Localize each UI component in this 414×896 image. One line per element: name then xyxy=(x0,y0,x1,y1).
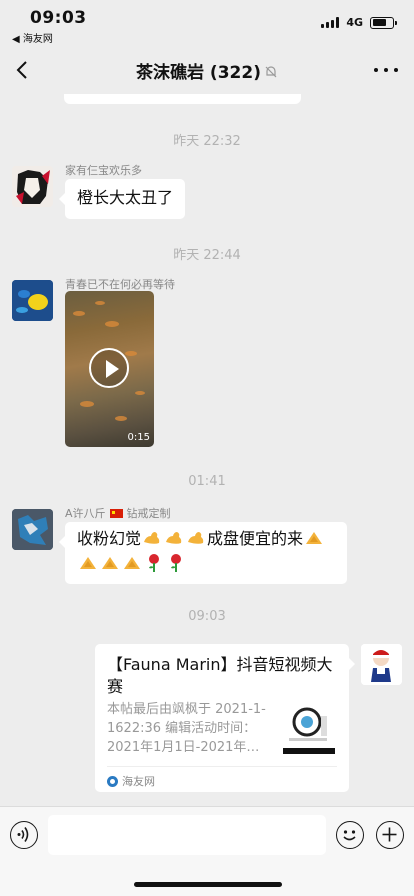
message-timestamp: 昨天 22:44 xyxy=(173,248,241,263)
back-to-app-link[interactable]: ◀ 海友网 xyxy=(12,30,53,45)
video-duration: 0:15 xyxy=(127,432,150,443)
emoji-icon[interactable] xyxy=(336,821,364,849)
mute-icon xyxy=(264,64,278,78)
rose-emoji-icon xyxy=(171,554,181,572)
self-avatar[interactable] xyxy=(361,644,402,685)
chat-title: 茶沫礁岩 (322) xyxy=(0,58,414,83)
signal-icon xyxy=(321,17,340,28)
link-card-title: 【Fauna Marin】抖音短视频大赛 xyxy=(107,655,333,696)
bicep-emoji-icon xyxy=(144,532,160,544)
message-timestamp: 昨天 22:32 xyxy=(173,134,241,149)
flag-icon xyxy=(109,509,123,518)
link-card-footer: 海友网 xyxy=(107,766,337,789)
message-timestamp: 01:41 xyxy=(188,474,226,489)
more-icon[interactable] xyxy=(374,58,398,82)
site-icon xyxy=(107,775,118,787)
message-bubble[interactable]: 橙长大太丑了 xyxy=(58,179,186,219)
status-indicators: 4G xyxy=(321,16,397,29)
sender-name: 青春已不在何必再等待 xyxy=(65,278,175,291)
battery-icon xyxy=(370,16,397,29)
hand-emoji-icon xyxy=(306,532,323,544)
message-input[interactable] xyxy=(48,815,326,855)
link-card-thumbnail xyxy=(283,700,337,754)
message-text: 收粉幻觉 xyxy=(77,529,142,548)
voice-icon[interactable] xyxy=(10,821,38,849)
chat-title-text: 茶沫礁岩 (322) xyxy=(136,63,261,83)
video-message[interactable]: 0:15 xyxy=(65,291,154,447)
link-card[interactable]: 【Fauna Marin】抖音短视频大赛 本帖最后由飒枫于 2021-1-162… xyxy=(95,644,355,792)
rose-emoji-icon xyxy=(149,554,159,572)
plus-icon[interactable] xyxy=(376,821,404,849)
avatar[interactable] xyxy=(12,280,53,321)
avatar[interactable] xyxy=(12,166,53,207)
hand-emoji-icon xyxy=(102,557,118,569)
message-text: 成盘便宜的来 xyxy=(207,529,304,548)
sender-name-text: A许八斤 xyxy=(65,507,106,520)
home-indicator[interactable] xyxy=(134,882,282,887)
sender-name: 家有仨宝欢乐多 xyxy=(65,164,142,177)
message-timestamp: 09:03 xyxy=(188,609,226,624)
chat-messages[interactable]: 昨天 22:32 家有仨宝欢乐多 橙长大太丑了 昨天 22:44 青春已不在何必… xyxy=(0,94,414,806)
previous-message-bubble[interactable] xyxy=(64,94,301,104)
bicep-emoji-icon xyxy=(188,532,204,544)
play-icon[interactable] xyxy=(89,348,129,388)
status-time: 09:03 xyxy=(30,8,87,28)
avatar[interactable] xyxy=(12,509,53,550)
sender-name: A许八斤 钻戒定制 xyxy=(65,505,171,521)
sender-name-suffix: 钻戒定制 xyxy=(126,507,171,520)
network-type: 4G xyxy=(346,16,363,29)
status-bar: 09:03 ◀ 海友网 4G xyxy=(0,0,414,46)
link-card-description: 本帖最后由飒枫于 2021-1-1622:36 编辑活动时间：2021年1月1日… xyxy=(107,702,266,755)
hand-emoji-icon xyxy=(124,557,140,569)
chat-header: 茶沫礁岩 (322) xyxy=(0,46,414,94)
bicep-emoji-icon xyxy=(166,532,182,544)
message-bubble[interactable]: 收粉幻觉 成盘便宜的来 xyxy=(59,522,347,584)
hand-emoji-icon xyxy=(80,557,96,569)
link-card-source: 海友网 xyxy=(122,775,155,788)
